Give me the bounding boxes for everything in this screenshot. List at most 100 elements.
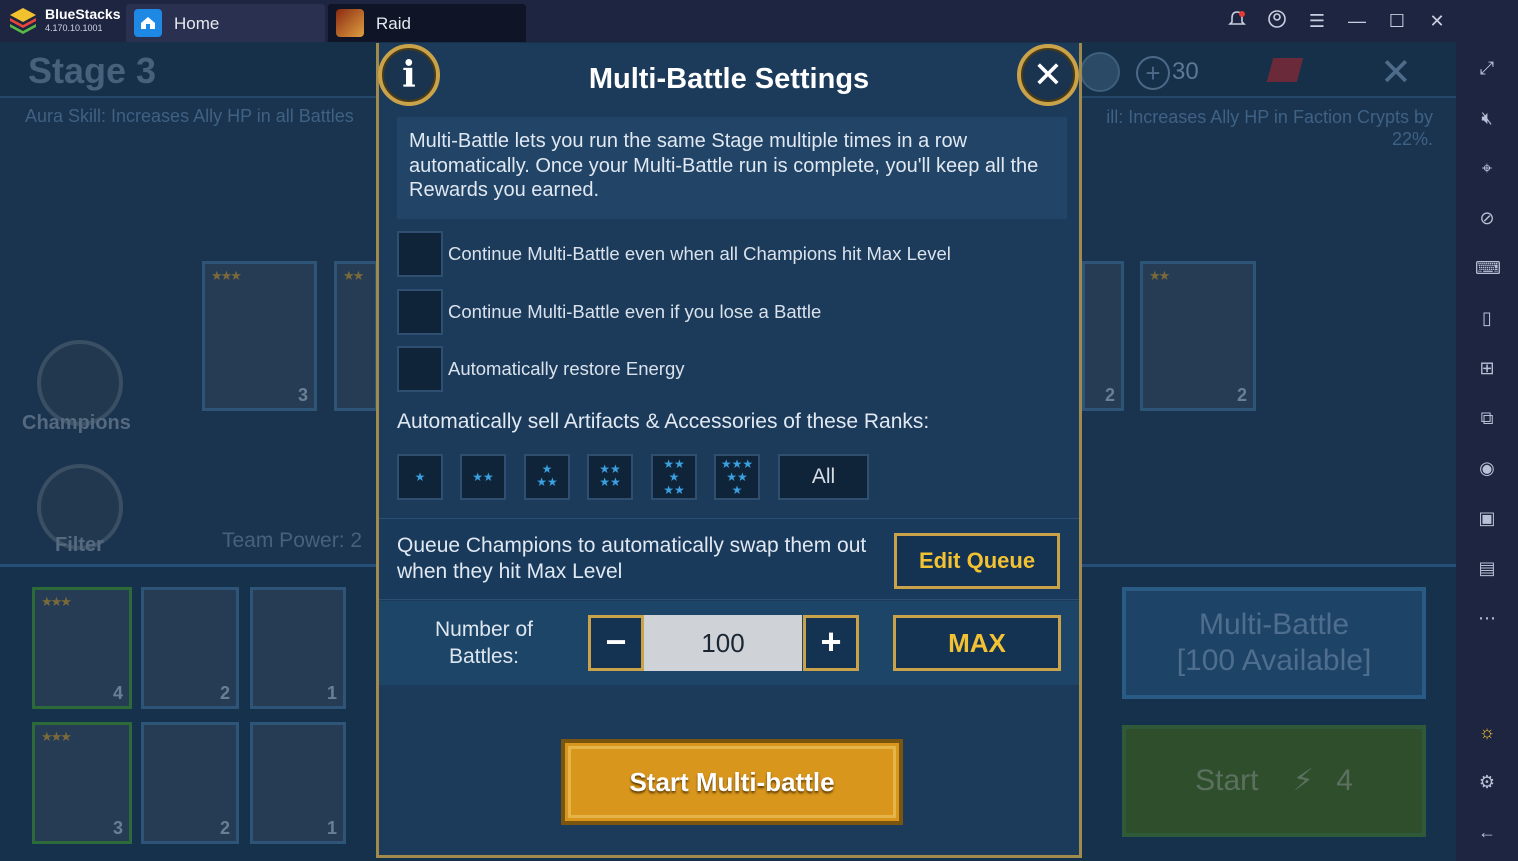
account-icon[interactable] [1265, 9, 1289, 33]
multi-battle-button[interactable]: Multi-Battle [100 Available] [1122, 587, 1426, 699]
checkbox[interactable] [397, 346, 443, 392]
keyboard-icon[interactable]: ⌨ [1475, 256, 1501, 280]
close-icon[interactable]: ✕ [1017, 44, 1079, 106]
tab-home[interactable]: Home [126, 4, 325, 42]
pointer-lock-icon[interactable]: ⌖ [1475, 156, 1499, 180]
roster-hero-card[interactable]: 2 [141, 722, 239, 844]
maximize-icon[interactable]: ☐ [1385, 9, 1409, 33]
option-label: Continue Multi-Battle even if you lose a… [448, 301, 822, 322]
checkbox[interactable] [397, 231, 443, 277]
star-icon: ★★ ★ ★★ [663, 457, 685, 497]
multi-battle-settings-dialog: Multi-Battle Settings Multi-Battle lets … [376, 43, 1082, 858]
hero-card[interactable]: ★★★ 3 [202, 261, 317, 411]
close-stage-icon[interactable]: ✕ [1380, 50, 1412, 95]
gamepad-icon[interactable]: ⊞ [1475, 356, 1499, 380]
info-icon[interactable]: i [378, 44, 440, 106]
star-rating-icon: ★★ [343, 268, 364, 283]
rank-5-toggle[interactable]: ★★ ★ ★★ [651, 454, 697, 500]
hero-level: 2 [219, 683, 230, 703]
edit-queue-button[interactable]: Edit Queue [894, 533, 1060, 589]
phone-icon[interactable]: ▯ [1475, 306, 1499, 330]
roster-hero-card[interactable]: 1 [250, 722, 346, 844]
option-label: Continue Multi-Battle even when all Cham… [448, 243, 951, 264]
hero-card[interactable]: ★★ [334, 261, 378, 411]
app-version: 4.170.10.1001 [45, 23, 103, 33]
stage-title: Stage 3 [28, 50, 157, 91]
rank-3-toggle[interactable]: ★ ★★ [524, 454, 570, 500]
start-multi-battle-button[interactable]: Start Multi-battle [561, 739, 903, 825]
description-box: Multi-Battle lets you run the same Stage… [397, 117, 1067, 219]
bluestacks-logo-icon [10, 8, 36, 34]
tab-home-label: Home [174, 14, 220, 33]
lightbulb-icon[interactable]: ☼ [1475, 720, 1499, 744]
minimize-icon[interactable]: — [1345, 9, 1369, 33]
start-button[interactable]: Start ⚡ 4 [1122, 725, 1426, 837]
roster-hero-card[interactable]: ★★★ 3 [32, 722, 132, 844]
add-currency-icon[interactable]: + [1136, 56, 1170, 90]
hero-level: 4 [112, 683, 123, 703]
star-icon: ★ ★★ [536, 462, 558, 489]
hero-card[interactable]: ★★ 2 [1140, 261, 1256, 411]
max-button[interactable]: MAX [893, 615, 1061, 671]
media-icon[interactable]: ▤ [1475, 556, 1499, 580]
eye-off-icon[interactable]: ⊘ [1475, 206, 1499, 230]
checkbox[interactable] [397, 289, 443, 335]
decrease-button[interactable]: − [588, 615, 644, 671]
star-rating-icon: ★★★ [41, 594, 72, 609]
increase-button[interactable]: + [803, 615, 859, 671]
rank-4-toggle[interactable]: ★★ ★★ [587, 454, 633, 500]
queue-section: Queue Champions to automatically swap th… [379, 518, 1079, 600]
star-rating-icon: ★★★ [41, 729, 72, 744]
tab-raid[interactable]: Raid [328, 4, 526, 42]
option-label: Automatically restore Energy [448, 358, 685, 379]
hero-level: 2 [219, 818, 230, 838]
hero-level: 3 [112, 818, 123, 838]
currency-bar: + 30 ✕ [1080, 48, 1420, 95]
back-arrow-icon[interactable]: ← [1475, 820, 1499, 844]
volume-mute-icon[interactable]: 🔇︎ [1475, 106, 1499, 130]
hero-card[interactable]: 2 [1082, 261, 1124, 411]
star-icon: ★★ ★★ [599, 462, 621, 489]
start-label: Start [1195, 764, 1259, 797]
fullscreen-icon[interactable]: ⤢ [1475, 56, 1499, 80]
star-rating-icon: ★★ [1149, 268, 1170, 283]
energy-icon: ⚡ [1292, 764, 1314, 797]
rank-6-toggle[interactable]: ★★★ ★★ ★ [714, 454, 760, 500]
rank-2-toggle[interactable]: ★★ [460, 454, 506, 500]
more-icon[interactable]: ⋯ [1475, 606, 1499, 630]
energy-cost: 4 [1336, 764, 1353, 797]
roster-hero-card[interactable]: 2 [141, 587, 239, 709]
raid-app-icon [336, 9, 364, 37]
dialog-header: Multi-Battle Settings [379, 43, 1079, 113]
team-power: Team Power: 2 [222, 529, 363, 552]
close-window-icon[interactable]: ✕ [1425, 9, 1449, 33]
hero-level: 1 [326, 683, 337, 703]
aura-skill-left: Aura Skill: Increases Ally HP in all Bat… [25, 106, 354, 126]
star-icon: ★★★ ★★ ★ [720, 457, 754, 497]
battles-count-field[interactable]: 100 [644, 615, 802, 671]
dialog-title: Multi-Battle Settings [588, 63, 870, 95]
home-icon [134, 9, 162, 37]
record-icon[interactable]: ▣ [1475, 506, 1499, 530]
sell-ranks-label: Automatically sell Artifacts & Accessori… [397, 410, 930, 433]
queue-text: Queue Champions to automatically swap th… [397, 534, 867, 583]
roster-hero-card[interactable]: 1 [250, 587, 346, 709]
battles-section: Number of Battles: − 100 + MAX [379, 601, 1079, 685]
gem-icon [1266, 58, 1304, 82]
tab-raid-label: Raid [376, 14, 411, 33]
hero-level: 2 [1236, 385, 1247, 405]
star-icon: ★ [414, 470, 426, 484]
rank-1-toggle[interactable]: ★ [397, 454, 443, 500]
rank-all-toggle[interactable]: All [778, 454, 869, 500]
emulator-sidebar: ⤢ 🔇︎ ⌖ ⊘ ⌨ ▯ ⊞ ⧉ ◉ ▣ ▤ ⋯ ☼ ⚙ ← [1456, 0, 1518, 861]
star-rating-icon: ★★★ [211, 268, 242, 283]
settings-gear-icon[interactable]: ⚙ [1475, 770, 1499, 794]
notification-bell-icon[interactable] [1225, 9, 1249, 33]
menu-icon[interactable]: ☰ [1305, 9, 1329, 33]
hero-level: 2 [1104, 385, 1115, 405]
screenshot-icon[interactable]: ◉ [1475, 456, 1499, 480]
roster-hero-card[interactable]: ★★★ 4 [32, 587, 132, 709]
multi-battle-available: [100 Available] [1176, 644, 1372, 677]
multi-instance-icon[interactable]: ⧉ [1475, 406, 1499, 430]
aura-skill-right: ill: Increases Ally HP in Faction Crypts… [1106, 107, 1433, 149]
